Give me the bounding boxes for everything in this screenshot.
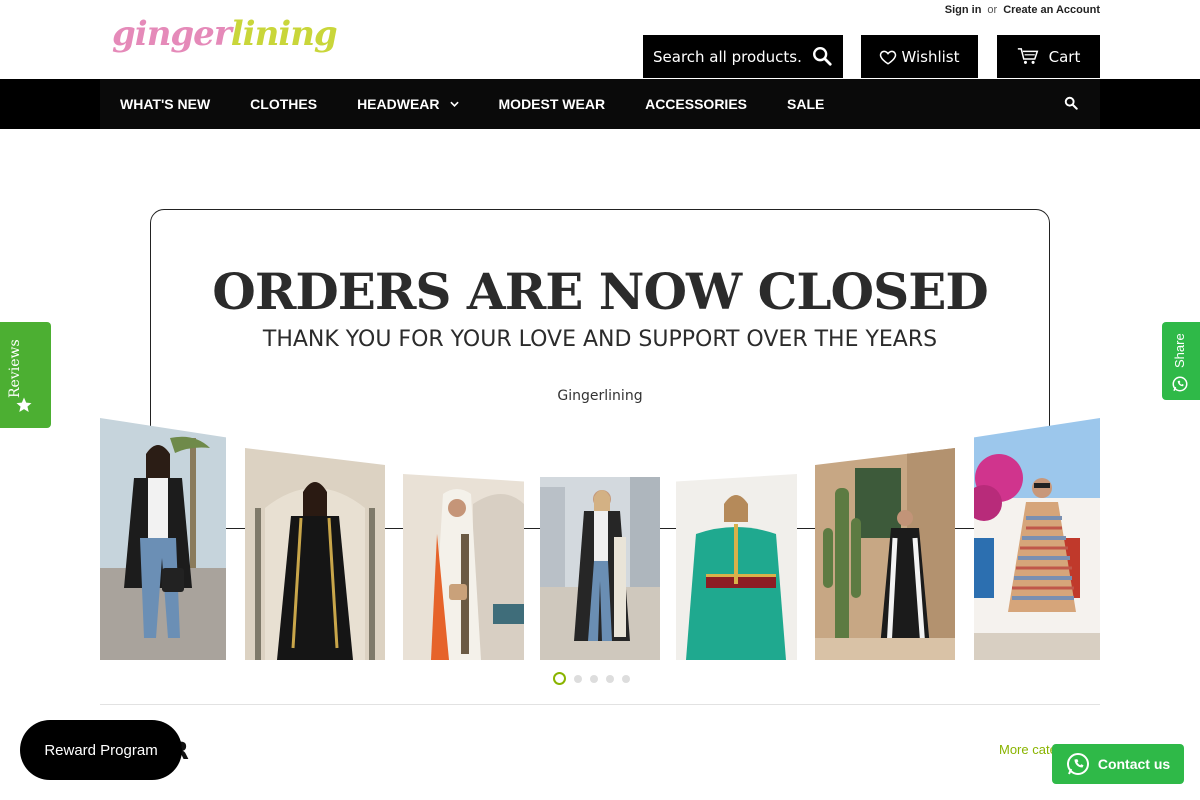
carousel-dot-active[interactable] [553, 672, 566, 685]
product-photo[interactable] [815, 448, 955, 660]
carousel-dot[interactable] [622, 674, 630, 683]
cart-button[interactable]: Cart [997, 35, 1100, 78]
carousel-pagination [553, 672, 630, 685]
wishlist-label: Wishlist [901, 47, 960, 66]
reward-program-label: Reward Program [44, 741, 158, 759]
search-input[interactable] [653, 47, 803, 66]
whatsapp-icon [1066, 753, 1089, 775]
whatsapp-icon [1172, 376, 1188, 392]
search-button[interactable] [811, 45, 833, 67]
cart-label: Cart [1048, 47, 1081, 66]
nav-item-label: CLOTHES [250, 96, 318, 112]
nav-item-label: HEADWEAR [357, 96, 440, 112]
section-divider [100, 704, 1100, 705]
hero-title: ORDERS ARE NOW CLOSED [212, 262, 988, 321]
heart-icon [880, 50, 897, 65]
cart-icon [1017, 48, 1039, 64]
page: Sign in or Create an Account gingerlining … [0, 0, 1200, 800]
logo-text-ginger: ginger [112, 14, 232, 54]
nav-search-button[interactable] [1064, 96, 1080, 112]
product-photo[interactable] [403, 474, 524, 660]
nav-item-label: SALE [787, 96, 825, 112]
carousel-dot[interactable] [590, 674, 598, 683]
product-photo[interactable] [676, 474, 797, 660]
contact-us-button[interactable]: Contact us [1052, 744, 1184, 784]
carousel-dot[interactable] [574, 674, 582, 683]
site-logo[interactable]: gingerlining [112, 14, 338, 54]
more-categories-link[interactable]: More cate [999, 742, 1057, 757]
product-photo[interactable] [245, 448, 385, 660]
chevron-down-icon [449, 101, 459, 107]
reward-program-button[interactable]: Reward Program [20, 720, 182, 780]
create-account-link[interactable]: Create an Account [1003, 4, 1100, 16]
wishlist-button[interactable]: Wishlist [861, 35, 978, 78]
hero-photo-carousel[interactable] [100, 405, 1100, 660]
main-navigation: WHAT'S NEW CLOTHES HEADWEAR MODEST WEAR … [0, 79, 1200, 129]
nav-item-accessories[interactable]: ACCESSORIES [645, 96, 747, 112]
share-label: Share [1172, 333, 1187, 368]
product-photo[interactable] [974, 418, 1100, 660]
nav-inner: WHAT'S NEW CLOTHES HEADWEAR MODEST WEAR … [100, 79, 1100, 129]
nav-item-label: ACCESSORIES [645, 96, 747, 112]
search-icon [1064, 96, 1078, 110]
search-icon [813, 47, 832, 66]
share-tab[interactable]: Share [1162, 322, 1200, 400]
contact-us-label: Contact us [1097, 756, 1171, 772]
nav-item-headwear[interactable]: HEADWEAR [357, 96, 459, 112]
product-photo[interactable] [540, 477, 660, 660]
nav-item-label: MODEST WEAR [498, 96, 606, 112]
hero-subtitle: THANK YOU FOR YOUR LOVE AND SUPPORT OVER… [262, 327, 938, 352]
nav-item-sale[interactable]: SALE [787, 96, 824, 112]
account-links: Sign in or Create an Account [945, 4, 1100, 16]
reviews-tab[interactable]: Reviews [0, 322, 51, 428]
nav-item-label: WHAT'S NEW [120, 96, 211, 112]
sign-in-link[interactable]: Sign in [945, 4, 982, 16]
hero-brand: Gingerlining [557, 388, 643, 404]
product-photo[interactable] [100, 418, 226, 660]
logo-text-lining: lining [230, 14, 338, 54]
carousel-dot[interactable] [606, 674, 614, 683]
nav-item-modest-wear[interactable]: MODEST WEAR [499, 96, 606, 112]
star-icon [16, 397, 32, 412]
nav-item-whats-new[interactable]: WHAT'S NEW [120, 96, 210, 112]
header-search [643, 35, 843, 78]
or-text: or [987, 4, 998, 16]
reviews-label: Reviews [7, 339, 23, 398]
nav-item-clothes[interactable]: CLOTHES [250, 96, 317, 112]
